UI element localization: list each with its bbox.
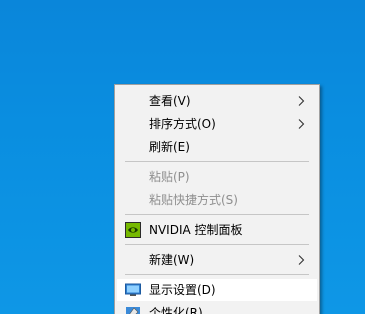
menu-separator (125, 214, 309, 215)
menu-item-label: 查看(V) (149, 94, 191, 108)
menu-item-sort-by[interactable]: 排序方式(O) (117, 113, 317, 135)
chevron-right-icon (298, 96, 305, 106)
menu-item-label: 刷新(E) (149, 140, 190, 154)
menu-item-paste-shortcut[interactable]: 粘贴快捷方式(S) (117, 189, 317, 211)
menu-separator (125, 274, 309, 275)
chevron-right-icon (298, 119, 305, 129)
display-icon (125, 283, 141, 296)
menu-separator (125, 244, 309, 245)
menu-item-label: 个性化(R) (149, 306, 203, 314)
menu-separator (125, 161, 309, 162)
menu-item-new[interactable]: 新建(W) (117, 249, 317, 271)
menu-item-label: 粘贴(P) (149, 170, 190, 184)
menu-item-label: 显示设置(D) (149, 283, 216, 297)
menu-item-label: 新建(W) (149, 253, 195, 267)
menu-item-label: NVIDIA 控制面板 (149, 223, 243, 237)
chevron-right-icon (298, 255, 305, 265)
nvidia-icon (125, 222, 141, 238)
menu-item-nvidia-control-panel[interactable]: NVIDIA 控制面板 (117, 219, 317, 241)
desktop-context-menu: 查看(V) 排序方式(O) 刷新(E) 粘贴(P) 粘贴快捷方式(S) NVID… (114, 84, 320, 314)
menu-item-label: 排序方式(O) (149, 117, 216, 131)
menu-item-display-settings[interactable]: 显示设置(D) (117, 279, 317, 301)
menu-item-refresh[interactable]: 刷新(E) (117, 136, 317, 158)
menu-item-paste[interactable]: 粘贴(P) (117, 166, 317, 188)
personalize-icon (126, 307, 140, 314)
menu-item-view[interactable]: 查看(V) (117, 90, 317, 112)
menu-item-personalize[interactable]: 个性化(R) (117, 302, 317, 314)
menu-item-label: 粘贴快捷方式(S) (149, 193, 238, 207)
